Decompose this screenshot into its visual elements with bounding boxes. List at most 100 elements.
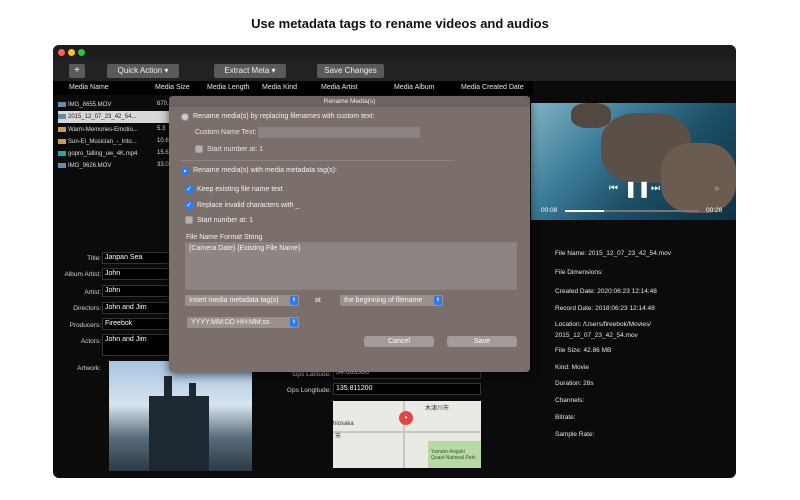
- actors-field[interactable]: John and Jim: [102, 334, 170, 356]
- title-field[interactable]: Janpan Sea: [102, 252, 170, 264]
- title-label: Title:: [87, 255, 101, 262]
- start-number-checkbox-1[interactable]: [195, 145, 203, 153]
- info-location: Location: /Users/fireebok/Movies/: [555, 321, 652, 328]
- artist-label: Artist:: [84, 289, 101, 296]
- file-size: 15.6: [157, 150, 169, 156]
- info-bitrate: Bitrate:: [555, 414, 576, 421]
- album-artist-field[interactable]: John: [102, 268, 170, 280]
- column-media-name[interactable]: Media Name: [69, 84, 109, 91]
- column-media-size[interactable]: Media Size: [155, 84, 190, 91]
- file-name: Warm-Memories-Emotio...: [68, 127, 138, 133]
- video-thumbnail-icon: [58, 113, 66, 119]
- column-media-created-date[interactable]: Media Created Date: [461, 84, 524, 91]
- producers-field[interactable]: Fireebok: [102, 318, 170, 330]
- progress-fill: [565, 210, 604, 212]
- custom-text-radio[interactable]: [181, 113, 189, 121]
- file-row[interactable]: gopro_falling_uw_4K.mp4: [58, 148, 170, 160]
- format-string-input[interactable]: {Camera Date} {Existing File Name}: [185, 242, 517, 290]
- replace-invalid-checkbox[interactable]: ✓: [185, 201, 193, 209]
- column-media-kind[interactable]: Media Kind: [262, 84, 297, 91]
- custom-name-input[interactable]: [258, 127, 420, 138]
- album-artist-label: Album Artist:: [64, 271, 101, 278]
- file-row[interactable]: Warm-Memories-Emotio...: [58, 124, 170, 136]
- title-bar: [53, 45, 736, 59]
- directors-label: Directors:: [73, 305, 101, 312]
- start-number-label-1: Start number at: 1: [207, 146, 264, 153]
- info-file-name: File Name: 2015_12_07_23_42_54.mov: [555, 250, 672, 257]
- video-thumbnail-icon: [58, 162, 66, 168]
- info-kind: Kind: Movie: [555, 364, 589, 371]
- file-row[interactable]: Sun-El_Musician_-_Into...: [58, 136, 170, 148]
- producers-label: Producers:: [69, 322, 101, 329]
- file-name: IMG_8655.MOV: [68, 102, 112, 108]
- file-row-selected[interactable]: 2015_12_07_23_42_54...: [58, 111, 170, 123]
- insert-tag-value: Insert media metadata tag(s): [189, 297, 279, 304]
- castle-silhouette: [149, 396, 209, 471]
- date-format-popup[interactable]: YYYY:MM:DD HH:MM:ss ⇕: [187, 317, 299, 328]
- artwork-label: Artwork:: [77, 365, 101, 372]
- next-icon[interactable]: ⏭: [651, 183, 660, 194]
- map-park-label: Yamato-Aogaki Quasi-National Park: [431, 449, 476, 461]
- file-size: 670.: [157, 101, 169, 107]
- gps-longitude-field[interactable]: 135.811200: [333, 383, 481, 395]
- file-size: 9.5: [157, 113, 166, 119]
- player-controls: ⏮ ❚❚ ⏭ » 00:08 00:28: [531, 165, 736, 223]
- column-media-artist[interactable]: Media Artist: [321, 84, 358, 91]
- audio-thumbnail-icon: [58, 138, 66, 144]
- insert-tag-popup[interactable]: Insert media metadata tag(s) ⇕: [185, 295, 299, 306]
- chevron-updown-icon: ⇕: [434, 296, 442, 305]
- fullscreen-icon[interactable]: »: [714, 183, 720, 194]
- chevron-updown-icon: ⇕: [290, 296, 298, 305]
- metadata-radio[interactable]: [181, 167, 189, 175]
- current-time: 00:08: [541, 207, 558, 214]
- headline: Use metadata tags to rename videos and a…: [251, 16, 549, 31]
- map-road: [333, 431, 481, 433]
- save-button[interactable]: Save: [447, 336, 517, 347]
- map-view[interactable]: • 木津川市 hiosaka 市 Yamato-Aogaki Quasi-Nat…: [333, 401, 481, 468]
- info-record-date: Record Date: 2018:06:23 12:14:48: [555, 305, 655, 312]
- divider: [181, 160, 454, 161]
- pause-icon[interactable]: ❚❚: [624, 179, 651, 199]
- video-thumbnail-icon: [58, 101, 66, 107]
- extract-meta-button[interactable]: Extract Meta ▾: [214, 64, 286, 78]
- info-channels: Channels:: [555, 397, 585, 404]
- format-string-value: {Camera Date} {Existing File Name}: [189, 245, 301, 252]
- previous-icon[interactable]: ⏮: [609, 183, 618, 194]
- info-sample-rate: Sample Rate:: [555, 431, 595, 438]
- start-number-checkbox-2[interactable]: [185, 216, 193, 224]
- info-duration: Duration: 28s: [555, 380, 594, 387]
- zoom-button[interactable]: [78, 49, 85, 56]
- actors-label: Actors:: [80, 338, 101, 345]
- save-changes-button[interactable]: Save Changes: [317, 64, 384, 78]
- custom-text-option-label: Rename media(s) by replacing filenames w…: [193, 113, 375, 120]
- keep-existing-checkbox[interactable]: ✓: [185, 185, 193, 193]
- artwork-image[interactable]: [109, 361, 252, 471]
- quick-action-button[interactable]: Quick Action ▾: [107, 64, 179, 78]
- column-media-album[interactable]: Media Album: [394, 84, 434, 91]
- position-popup[interactable]: the beginning of filename ⇕: [340, 295, 443, 306]
- info-file-size: File Size: 42.86 MB: [555, 347, 612, 354]
- map-place-label: 木津川市: [425, 406, 450, 412]
- file-name: gopro_falling_uw_4K.mp4: [68, 151, 138, 157]
- map-place-label: 市: [335, 434, 342, 440]
- start-number-label-2: Start number at: 1: [197, 217, 254, 224]
- directors-field[interactable]: John and Jim: [102, 302, 170, 314]
- close-button[interactable]: [58, 49, 65, 56]
- map-pin-icon[interactable]: •: [399, 411, 413, 425]
- minimize-button[interactable]: [68, 49, 75, 56]
- toolbar: + Quick Action ▾ Extract Meta ▾ Save Cha…: [53, 59, 736, 81]
- cancel-button[interactable]: Cancel: [364, 336, 434, 347]
- artist-field[interactable]: John: [102, 285, 170, 297]
- position-value: the beginning of filename: [344, 297, 423, 304]
- file-row[interactable]: IMG_9626.MOV: [58, 160, 170, 172]
- audio-thumbnail-icon: [58, 126, 66, 132]
- info-dimensions: File Dimensions:: [555, 269, 604, 276]
- metadata-option-label: Rename media(s) with media metadata tag(…: [193, 167, 337, 174]
- map-place-label: hiosaka: [333, 421, 354, 427]
- file-row[interactable]: IMG_8655.MOV: [58, 99, 170, 111]
- column-media-length[interactable]: Media Length: [207, 84, 249, 91]
- add-button[interactable]: +: [69, 64, 85, 78]
- preview-rock: [571, 103, 611, 128]
- file-size: 5.3: [157, 126, 166, 132]
- file-name: IMG_9626.MOV: [68, 163, 112, 169]
